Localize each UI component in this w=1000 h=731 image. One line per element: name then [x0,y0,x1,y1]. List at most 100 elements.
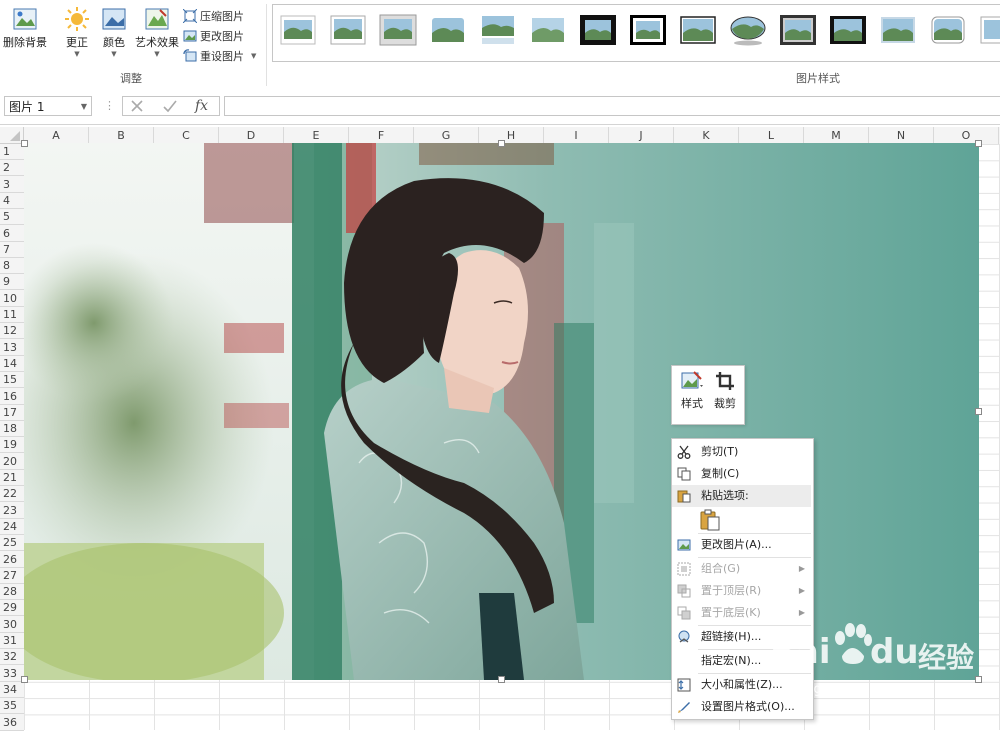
row-header-cell[interactable]: 20 [0,454,24,470]
column-header-cell[interactable]: G [414,127,479,144]
row-header-cell[interactable]: 13 [0,340,24,356]
resize-handle-bottom[interactable] [498,676,505,683]
row-header-cell[interactable]: 5 [0,209,24,226]
row-header-cell[interactable]: 35 [0,698,24,715]
row-header-cell[interactable]: 9 [0,274,24,291]
style-thumb-black-frame[interactable] [629,14,667,46]
style-thumb-thick-black[interactable] [579,14,617,46]
row-header-cell[interactable]: 19 [0,437,24,454]
menu-item-group[interactable]: 组合(G) ▶ [672,558,811,580]
scissors-icon [677,445,691,459]
group-label-picture-styles: 图片样式 [796,72,840,85]
row-header-cell[interactable]: 7 [0,242,24,258]
style-thumb-soft-edge[interactable] [529,14,567,46]
row-header-cell[interactable]: 30 [0,617,24,633]
corrections-button[interactable]: 更正 ▼ [62,6,92,64]
woman-photo [24,143,979,680]
column-header-cell[interactable]: M [804,127,869,144]
style-button[interactable]: 样式 [676,370,708,411]
formula-input[interactable] [224,96,1000,116]
cancel-icon[interactable] [130,99,144,113]
remove-background-button[interactable]: 删除背景 [2,6,48,64]
resize-handle-bottom-left[interactable] [21,676,28,683]
row-header-cell[interactable]: 29 [0,600,24,617]
style-thumb-rounded[interactable] [429,14,467,46]
style-thumb-simple-frame[interactable] [279,14,317,46]
crop-button[interactable]: 裁剪 [709,370,741,411]
row-header-cell[interactable]: 28 [0,584,24,601]
row-header-cell[interactable]: 23 [0,503,24,519]
resize-handle-right[interactable] [975,408,982,415]
column-header-cell[interactable]: F [349,127,414,144]
enter-check-icon[interactable] [163,99,177,113]
row-header-cell[interactable]: 25 [0,535,24,552]
artistic-effects-button[interactable]: 艺术效果 ▼ [134,6,180,64]
color-button[interactable]: 颜色 ▼ [99,6,129,64]
row-header-cell[interactable]: 11 [0,307,24,323]
reset-picture-button[interactable]: 重设图片 ▼ [183,47,256,64]
picture-styles-gallery[interactable] [272,4,1000,62]
style-thumb-black-thick-2[interactable] [829,14,867,46]
column-header-cell[interactable]: J [609,127,674,144]
style-thumb-oval[interactable] [729,14,767,46]
style-thumb-shadow-rect[interactable] [379,14,417,46]
row-header-cell[interactable]: 32 [0,649,24,666]
menu-item-change-picture[interactable]: 更改图片(A)... [672,534,811,556]
style-thumb-rounded-shadow[interactable] [929,14,967,46]
insert-function-button[interactable]: fx [195,97,208,115]
compress-pictures-button[interactable]: 压缩图片 [183,7,244,24]
row-header-cell[interactable]: 12 [0,323,24,340]
column-header-cell[interactable]: C [154,127,219,144]
selected-picture[interactable] [24,143,979,680]
menu-item-bring-to-front[interactable]: 置于顶层(R) ▶ [672,580,811,602]
row-header-cell[interactable]: 18 [0,421,24,438]
column-header-cell[interactable]: N [869,127,934,144]
row-header-cell[interactable]: 22 [0,486,24,503]
column-header-cell[interactable]: K [674,127,739,144]
column-header-cell[interactable]: I [544,127,609,144]
row-header-cell[interactable]: 31 [0,633,24,649]
resize-handle-top[interactable] [498,140,505,147]
row-header-cell[interactable]: 15 [0,372,24,389]
row-header-cell[interactable]: 3 [0,177,24,193]
resize-handle-top-right[interactable] [975,140,982,147]
change-picture-button[interactable]: 更改图片 [183,27,244,44]
row-header-cell[interactable]: 27 [0,568,24,584]
artistic-effects-label: 艺术效果 [135,36,179,49]
menu-item-cut[interactable]: 剪切(T) [672,441,811,463]
column-header-cell[interactable]: L [739,127,804,144]
row-header-cell[interactable]: 8 [0,258,24,275]
row-header-cell[interactable]: 6 [0,226,24,242]
style-thumb-beveled[interactable] [879,14,917,46]
style-thumb-soft-frame[interactable] [329,14,367,46]
row-header-cell[interactable]: 24 [0,519,24,535]
column-header-cell[interactable]: A [24,127,89,144]
row-header-cell[interactable]: 2 [0,160,24,177]
resize-handle-top-left[interactable] [21,140,28,147]
paste-icon[interactable] [699,509,721,531]
row-header-cell[interactable]: 34 [0,682,24,698]
style-thumb-reflected[interactable] [479,14,517,46]
row-header-cell[interactable]: 17 [0,405,24,421]
menu-item-copy[interactable]: 复制(C) [672,463,811,485]
row-header-cell[interactable]: 26 [0,552,24,568]
style-thumb-double-frame[interactable] [779,14,817,46]
column-header-cell[interactable]: H [479,127,544,144]
name-box[interactable]: 图片 1 ▼ [4,96,92,116]
column-header-cell[interactable]: B [89,127,154,144]
row-header-cell[interactable]: 16 [0,389,24,405]
row-header-cell[interactable]: 10 [0,291,24,307]
style-thumb-partial[interactable] [979,14,1000,46]
row-header-cell[interactable]: 4 [0,193,24,209]
row-header-cell[interactable]: 21 [0,470,24,486]
column-header-cell[interactable]: O [934,127,999,144]
column-header-cell[interactable]: E [284,127,349,144]
paw-icon [835,623,872,664]
row-header-cell[interactable]: 36 [0,715,24,731]
formula-buttons: fx [122,96,220,116]
style-thumb-thin-black[interactable] [679,14,717,46]
column-header-cell[interactable]: D [219,127,284,144]
row-header-cell[interactable]: 14 [0,356,24,372]
name-box-value: 图片 1 [9,100,45,114]
chevron-down-icon[interactable]: ▼ [81,97,87,117]
